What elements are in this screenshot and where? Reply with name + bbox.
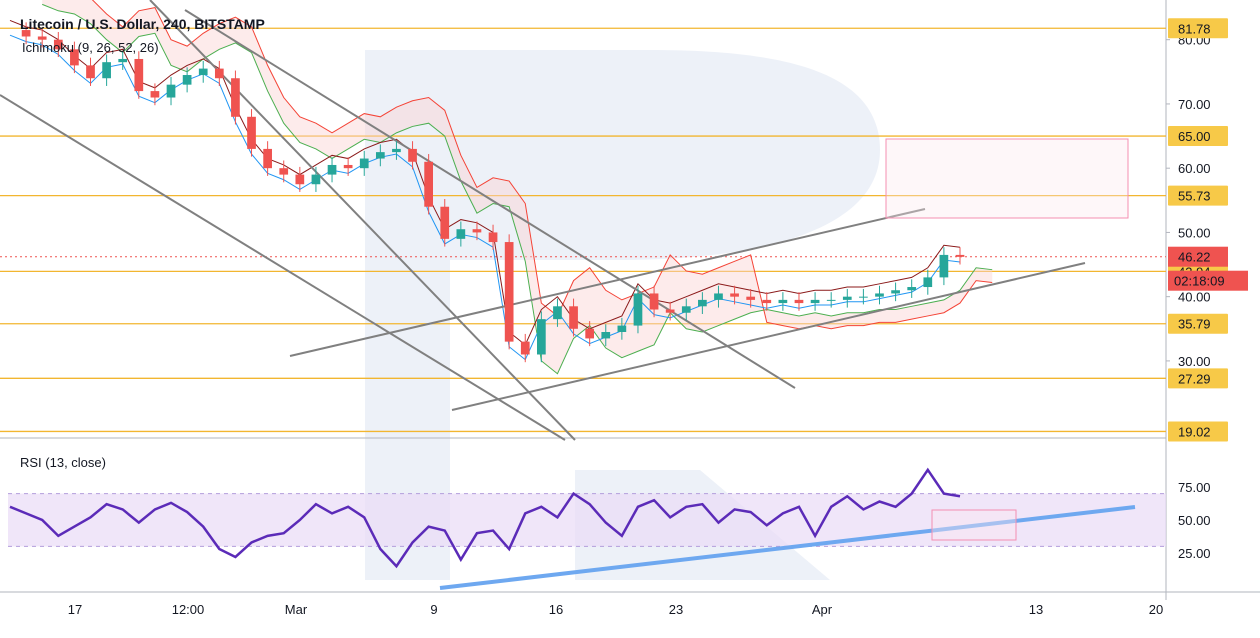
candle-body: [585, 328, 595, 339]
candle-body: [698, 299, 707, 307]
y-tick-label: 50.00: [1178, 225, 1211, 240]
x-tick-label: 16: [549, 602, 563, 617]
level-badge-label: 27.29: [1178, 371, 1211, 386]
candle-body: [923, 277, 933, 288]
rsi-label: RSI (13, close): [20, 455, 106, 470]
candle-body: [134, 58, 144, 92]
rsi-tick-label: 25.00: [1178, 546, 1211, 561]
x-tick-label: 12:00: [172, 602, 205, 617]
candle-body: [891, 290, 900, 294]
chart-root: 80.00 70.00 60.00 50.00 40.00 30.00 75.00 50.00…: [0, 0, 1260, 633]
level-badge-label: 65.00: [1178, 129, 1211, 144]
x-tick-label: Mar: [285, 602, 308, 617]
candle-body: [327, 164, 337, 175]
candle-body: [311, 174, 321, 185]
candle-body: [617, 325, 627, 332]
candle-body: [730, 293, 739, 297]
candle-body: [182, 75, 192, 85]
level-badge-label: 19.02: [1178, 424, 1211, 439]
candle-body: [343, 164, 353, 169]
countdown-label: 02:18:09: [1174, 274, 1225, 289]
candle-body: [746, 296, 756, 300]
candle-body: [762, 299, 772, 304]
candle-body: [359, 158, 369, 169]
candle-body: [214, 68, 224, 79]
candle-body: [424, 161, 433, 207]
candle-body: [408, 148, 417, 162]
x-tick-label: Apr: [812, 602, 833, 617]
target-zone-box: [885, 138, 1129, 219]
rsi-target-box: [931, 509, 1017, 541]
candle-body: [649, 293, 659, 310]
candle-body: [198, 68, 208, 76]
candle-body: [118, 58, 128, 63]
candle-body: [263, 148, 272, 169]
candle-body: [520, 341, 530, 355]
level-badge-label: 81.78: [1178, 21, 1211, 36]
price-chart-svg[interactable]: 80.0070.0060.0050.0040.0030.0075.0050.00…: [0, 0, 1260, 633]
candle-body: [440, 206, 450, 239]
candle-body: [150, 91, 160, 98]
candle-body: [247, 116, 256, 149]
candle-body: [955, 254, 965, 257]
candle-body: [392, 148, 401, 153]
x-tick-label: 9: [430, 602, 437, 617]
candle-body: [569, 306, 578, 329]
y-tick-label: 30.00: [1178, 354, 1211, 369]
chart-title: Litecoin / U.S. Dollar, 240, BITSTAMP: [20, 16, 265, 32]
rsi-tick-label: 75.00: [1178, 480, 1211, 495]
x-tick-label: 17: [68, 602, 82, 617]
current-price-label: 46.22: [1178, 250, 1211, 265]
ichimoku-label: Ichimoku (9, 26, 52, 26): [22, 40, 159, 55]
candle-body: [601, 332, 611, 339]
candle-body: [633, 293, 643, 326]
x-tick-label: 13: [1029, 602, 1043, 617]
candle-body: [279, 168, 289, 175]
candle-body: [375, 152, 385, 159]
candle-body: [810, 299, 820, 304]
candle-body: [504, 242, 514, 342]
candle-body: [778, 299, 788, 304]
level-badge-label: 35.79: [1178, 317, 1211, 332]
candle-body: [665, 309, 675, 313]
candle-body: [231, 78, 240, 117]
candle-body: [86, 65, 95, 79]
candle-body: [939, 254, 949, 278]
candle-body: [842, 296, 852, 300]
rsi-tick-label: 50.00: [1178, 513, 1211, 528]
x-tick-label: 23: [669, 602, 683, 617]
x-tick-label: 20: [1149, 602, 1163, 617]
candle-body: [472, 229, 482, 233]
candle-body: [859, 296, 868, 298]
candle-body: [456, 229, 466, 239]
candle-body: [826, 299, 836, 301]
candle-body: [714, 293, 723, 300]
candle-body: [488, 232, 498, 243]
candle-body: [875, 293, 884, 297]
y-tick-label: 40.00: [1178, 290, 1211, 305]
y-tick-label: 70.00: [1178, 97, 1211, 112]
candle-body: [166, 84, 176, 98]
candle-body: [794, 299, 804, 304]
candle-body: [102, 62, 111, 79]
candle-body: [681, 306, 691, 313]
candle-body: [537, 319, 546, 355]
candle-body: [553, 306, 562, 320]
level-badge-label: 55.73: [1178, 189, 1211, 204]
candle-body: [907, 287, 917, 291]
candle-body: [295, 174, 305, 185]
y-tick-label: 60.00: [1178, 161, 1211, 176]
